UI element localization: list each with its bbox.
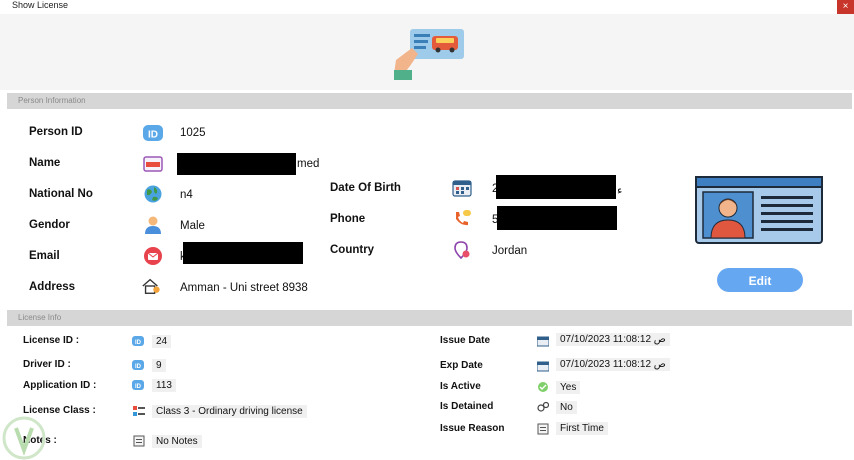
svg-text:ID: ID	[135, 364, 142, 370]
person-id-value: 1025	[180, 127, 206, 139]
user-icon	[145, 216, 161, 234]
license-id-value: 24	[152, 335, 172, 348]
driver-license-icon	[394, 29, 464, 80]
driver-id-label: Driver ID :	[23, 359, 71, 370]
calendar-small-icon	[537, 361, 549, 372]
is-active-value: Yes	[556, 381, 581, 394]
license-class-label: License Class :	[23, 405, 96, 416]
id-small-icon: ID	[132, 360, 144, 370]
license-id-label: License ID :	[23, 335, 80, 346]
national-no-value: n4	[180, 189, 193, 201]
window-title: Show License	[12, 0, 69, 10]
svg-text:ID: ID	[135, 384, 142, 390]
gender-value: Male	[180, 220, 205, 232]
license-info-header: License Info	[7, 310, 852, 326]
gender-label: Gendor	[29, 219, 70, 231]
id-small-icon: ID	[132, 380, 144, 390]
notes-value: No Notes	[152, 435, 202, 448]
notes-icon	[537, 423, 549, 435]
exp-date-label: Exp Date	[440, 360, 483, 371]
phone-icon	[456, 210, 471, 226]
handcuffs-icon	[537, 401, 549, 412]
is-detained-label: Is Detained	[440, 401, 494, 412]
country-value: Jordan	[492, 245, 528, 257]
dob-redaction	[496, 175, 616, 199]
notes-icon	[133, 435, 145, 447]
is-detained-value: No	[556, 401, 577, 414]
person-info-header: Person Information	[7, 93, 852, 109]
home-address-icon	[142, 278, 160, 294]
driver-id-value: 9	[152, 359, 166, 372]
issue-date-value: 07/10/2023 11:08:12 ص	[556, 333, 670, 346]
is-active-label: Is Active	[440, 381, 481, 392]
license-class-value: Class 3 - Ordinary driving license	[152, 405, 307, 418]
national-no-label: National No	[29, 188, 93, 200]
email-label: Email	[29, 250, 60, 262]
name-tag-icon	[143, 156, 163, 172]
license-class-icon	[133, 406, 145, 416]
address-value: Amman - Uni street 8938	[180, 282, 308, 294]
address-label: Address	[29, 281, 76, 293]
dob-label: Date Of Birth	[330, 182, 401, 194]
title-bar	[0, 0, 854, 14]
location-pin-icon	[454, 241, 470, 260]
exp-date-value: 07/10/2023 11:08:12 ص	[556, 358, 670, 371]
name-label: Name	[29, 157, 61, 169]
name-value: med	[297, 158, 320, 170]
email-icon	[144, 247, 162, 265]
watermark-logo-icon	[2, 416, 46, 460]
phone-redaction	[497, 206, 617, 230]
name-redaction	[177, 153, 296, 175]
phone-label: Phone	[330, 213, 366, 225]
person-id-label: Person ID	[29, 126, 83, 138]
edit-button[interactable]: Edit	[717, 268, 803, 292]
issue-reason-value: First Time	[556, 422, 608, 435]
calendar-small-icon	[537, 336, 549, 347]
svg-text:ID: ID	[135, 340, 142, 346]
issue-date-label: Issue Date	[440, 335, 491, 346]
issue-reason-label: Issue Reason	[440, 423, 505, 434]
email-redaction	[183, 242, 303, 264]
country-label: Country	[330, 244, 375, 256]
calendar-icon	[452, 180, 472, 197]
person-card-image	[695, 176, 823, 244]
globe-icon	[144, 185, 162, 203]
application-id-value: 113	[152, 379, 176, 392]
id-small-icon: ID	[132, 336, 144, 346]
svg-text:ID: ID	[148, 130, 158, 141]
dob-suffix: ء	[617, 185, 623, 197]
id-badge-icon: ID	[143, 125, 163, 141]
active-status-icon	[538, 382, 548, 392]
application-id-label: Application ID :	[23, 380, 97, 391]
close-button[interactable]: ×	[837, 0, 854, 14]
